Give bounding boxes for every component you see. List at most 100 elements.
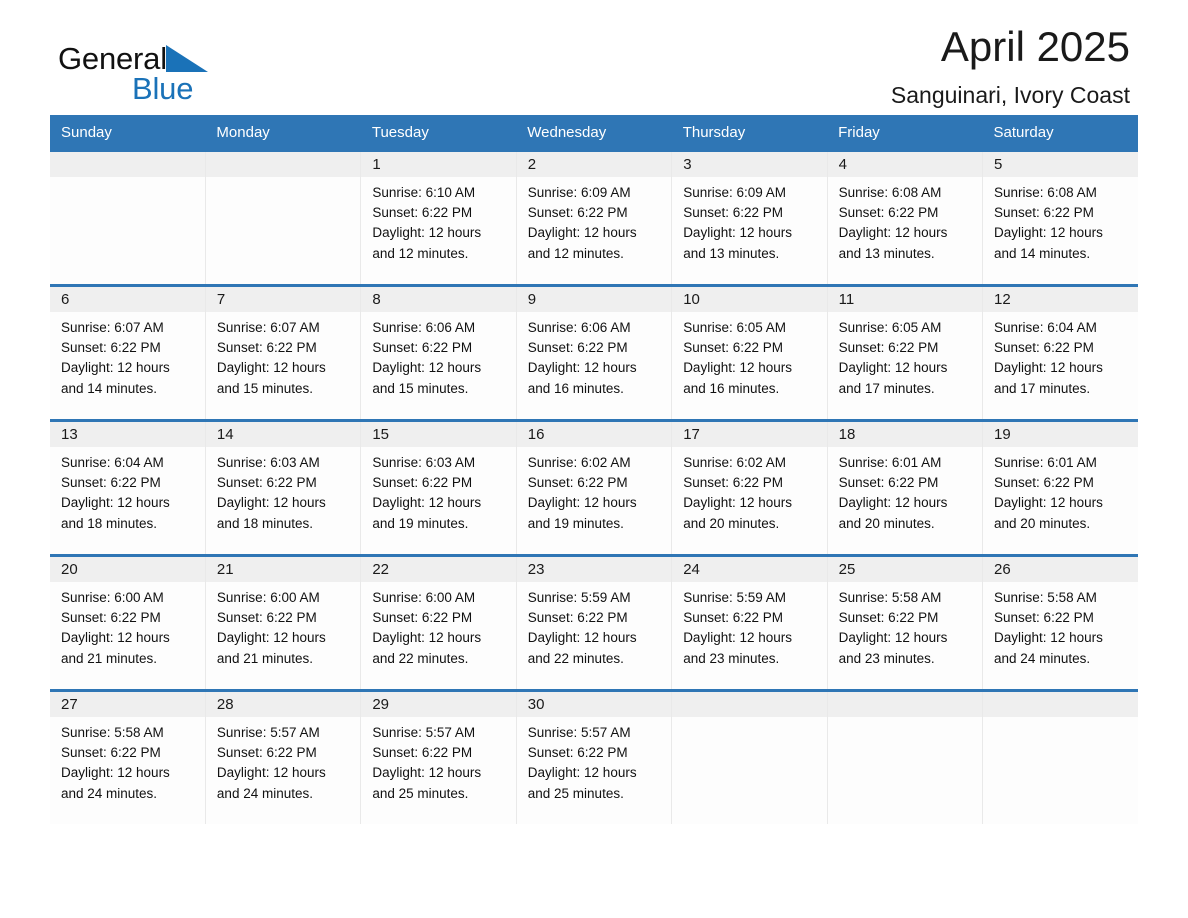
calendar-day-cell[interactable]: 24 Sunrise: 5:59 AM Sunset: 6:22 PM Dayligh…	[671, 554, 828, 691]
day-number-strip: 29	[361, 692, 516, 717]
daylight-text-line2: and 24 minutes.	[61, 785, 158, 801]
calendar-day-cell[interactable]: 6 Sunrise: 6:07 AM Sunset: 6:22 PM Daylight…	[50, 284, 206, 421]
day-details: Sunrise: 6:02 AM Sunset: 6:22 PM Daylight:…	[672, 447, 826, 534]
calendar-day-cell[interactable]: 11 Sunrise: 6:05 AM Sunset: 6:22 PM Dayligh…	[827, 284, 984, 421]
day-number-strip: 15	[361, 422, 516, 447]
calendar-day-cell[interactable]: 10 Sunrise: 6:05 AM Sunset: 6:22 PM Dayligh…	[671, 284, 828, 421]
day-number-strip: 24	[672, 557, 827, 582]
day-number: 13	[61, 426, 78, 443]
day-cell-inner: 2 Sunrise: 6:09 AM Sunset: 6:22 PM Daylight…	[516, 152, 672, 284]
daylight-text-line1: Daylight: 12 hours	[527, 765, 637, 781]
calendar-day-cell[interactable]: 14 Sunrise: 6:03 AM Sunset: 6:22 PM Dayligh…	[205, 419, 362, 556]
day-details	[828, 717, 982, 723]
calendar-day-cell[interactable]: 15 Sunrise: 6:03 AM Sunset: 6:22 PM Dayligh…	[360, 419, 517, 556]
calendar-day-cell[interactable]: 30 Sunrise: 5:57 AM Sunset: 6:22 PM Dayligh…	[516, 689, 673, 824]
calendar-empty-cell	[827, 689, 984, 824]
day-number: 21	[216, 561, 234, 578]
daylight-text-line2: and 22 minutes.	[372, 650, 469, 666]
day-details: Sunrise: 6:09 AM Sunset: 6:22 PM Daylight:…	[517, 177, 671, 264]
calendar-day-cell[interactable]: 2 Sunrise: 6:09 AM Sunset: 6:22 PM Daylight…	[516, 149, 673, 286]
daylight-text-line2: and 19 minutes.	[372, 515, 469, 531]
daylight-text-line2: and 23 minutes.	[683, 650, 780, 666]
sunset-text: Sunset: 6:22 PM	[527, 745, 628, 761]
day-number-strip: 18	[827, 422, 983, 447]
daylight-text-line1: Daylight: 12 hours	[994, 630, 1103, 646]
day-number-strip: 17	[672, 422, 827, 447]
daylight-text-line2: and 16 minutes.	[527, 380, 624, 396]
sunset-text: Sunset: 6:22 PM	[994, 475, 1094, 491]
day-number-strip: 11	[827, 287, 983, 312]
weekday-header-saturday: Saturday	[982, 115, 1138, 151]
day-cell-inner: 18 Sunrise: 6:01 AM Sunset: 6:22 PM Dayligh…	[827, 422, 983, 554]
daylight-text-line2: and 23 minutes.	[838, 650, 935, 666]
calendar-day-cell[interactable]: 12 Sunrise: 6:04 AM Sunset: 6:22 PM Dayligh…	[982, 284, 1138, 421]
calendar-day-cell[interactable]: 13 Sunrise: 6:04 AM Sunset: 6:22 PM Dayligh…	[50, 419, 206, 556]
day-number-strip: 10	[672, 287, 827, 312]
calendar-day-cell[interactable]: 17 Sunrise: 6:02 AM Sunset: 6:22 PM Dayligh…	[671, 419, 828, 556]
sunrise-text: Sunrise: 6:06 AM	[372, 320, 476, 335]
calendar-day-cell[interactable]: 9 Sunrise: 6:06 AM Sunset: 6:22 PM Daylight…	[516, 284, 673, 421]
day-details: Sunrise: 6:03 AM Sunset: 6:22 PM Daylight:…	[206, 447, 360, 534]
calendar-day-cell[interactable]: 4 Sunrise: 6:08 AM Sunset: 6:22 PM Daylight…	[827, 149, 984, 286]
calendar-empty-cell	[205, 149, 362, 286]
calendar-day-cell[interactable]: 16 Sunrise: 6:02 AM Sunset: 6:22 PM Dayligh…	[516, 419, 673, 556]
calendar-week-row: 6 Sunrise: 6:07 AM Sunset: 6:22 PM Daylight…	[50, 284, 1138, 421]
day-number-strip: 25	[827, 557, 983, 582]
calendar-day-cell[interactable]: 19 Sunrise: 6:01 AM Sunset: 6:22 PM Dayligh…	[982, 419, 1138, 556]
day-number-strip: 7	[205, 287, 361, 312]
day-details: Sunrise: 6:00 AM Sunset: 6:22 PM Daylight:…	[50, 582, 205, 669]
calendar-day-cell[interactable]: 7 Sunrise: 6:07 AM Sunset: 6:22 PM Daylight…	[205, 284, 362, 421]
calendar-day-cell[interactable]: 5 Sunrise: 6:08 AM Sunset: 6:22 PM Daylight…	[982, 149, 1138, 286]
day-number: 3	[683, 156, 692, 173]
day-details	[50, 177, 205, 183]
calendar-day-cell[interactable]: 22 Sunrise: 6:00 AM Sunset: 6:22 PM Dayligh…	[360, 554, 517, 691]
sunrise-text: Sunrise: 6:03 AM	[372, 455, 476, 470]
calendar-day-cell[interactable]: 18 Sunrise: 6:01 AM Sunset: 6:22 PM Dayligh…	[827, 419, 984, 556]
sunset-text: Sunset: 6:22 PM	[527, 610, 628, 626]
calendar-day-cell[interactable]: 8 Sunrise: 6:06 AM Sunset: 6:22 PM Daylight…	[360, 284, 517, 421]
daylight-text-line1: Daylight: 12 hours	[527, 225, 637, 241]
calendar-day-cell[interactable]: 21 Sunrise: 6:00 AM Sunset: 6:22 PM Dayligh…	[205, 554, 362, 691]
day-number-strip: 3	[672, 152, 827, 177]
day-details	[206, 177, 360, 183]
calendar-empty-cell	[982, 689, 1138, 824]
day-cell-inner	[827, 692, 983, 824]
daylight-text-line1: Daylight: 12 hours	[216, 360, 326, 376]
sunrise-text: Sunrise: 6:05 AM	[683, 320, 786, 335]
weekday-header-wednesday: Wednesday	[516, 115, 672, 151]
calendar-day-cell[interactable]: 25 Sunrise: 5:58 AM Sunset: 6:22 PM Dayligh…	[827, 554, 984, 691]
sunrise-text: Sunrise: 6:02 AM	[527, 455, 631, 470]
daylight-text-line1: Daylight: 12 hours	[372, 360, 482, 376]
daylight-text-line1: Daylight: 12 hours	[61, 495, 170, 511]
calendar-day-cell[interactable]: 23 Sunrise: 5:59 AM Sunset: 6:22 PM Dayligh…	[516, 554, 673, 691]
day-number: 2	[527, 156, 537, 173]
weekday-header-tuesday: Tuesday	[360, 115, 517, 151]
calendar-day-cell[interactable]: 1 Sunrise: 6:10 AM Sunset: 6:22 PM Daylight…	[360, 149, 517, 286]
day-cell-inner: 19 Sunrise: 6:01 AM Sunset: 6:22 PM Dayligh…	[983, 422, 1138, 554]
daylight-text-line2: and 12 minutes.	[372, 245, 469, 261]
day-number: 12	[994, 291, 1011, 308]
sunrise-text: Sunrise: 5:57 AM	[372, 725, 476, 740]
day-details: Sunrise: 6:04 AM Sunset: 6:22 PM Daylight:…	[983, 312, 1138, 399]
day-number: 18	[838, 426, 856, 443]
calendar-day-cell[interactable]: 3 Sunrise: 6:09 AM Sunset: 6:22 PM Daylight…	[671, 149, 828, 286]
day-number-strip: 21	[205, 557, 361, 582]
brand-logo[interactable]: General Blue	[58, 42, 258, 112]
daylight-text-line1: Daylight: 12 hours	[61, 765, 170, 781]
calendar-day-cell[interactable]: 28 Sunrise: 5:57 AM Sunset: 6:22 PM Dayligh…	[205, 689, 362, 824]
day-number-strip: 13	[50, 422, 205, 447]
daylight-text-line1: Daylight: 12 hours	[683, 630, 792, 646]
day-cell-inner	[672, 692, 827, 824]
day-cell-inner: 28 Sunrise: 5:57 AM Sunset: 6:22 PM Dayligh…	[205, 692, 361, 824]
daylight-text-line2: and 24 minutes.	[216, 785, 313, 801]
calendar-day-cell[interactable]: 20 Sunrise: 6:00 AM Sunset: 6:22 PM Dayligh…	[50, 554, 206, 691]
calendar-day-cell[interactable]: 27 Sunrise: 5:58 AM Sunset: 6:22 PM Dayligh…	[50, 689, 206, 824]
calendar-day-cell[interactable]: 29 Sunrise: 5:57 AM Sunset: 6:22 PM Dayligh…	[360, 689, 517, 824]
daylight-text-line1: Daylight: 12 hours	[527, 360, 637, 376]
day-number-strip: 19	[983, 422, 1138, 447]
day-number: 14	[216, 426, 234, 443]
day-number: 7	[216, 291, 226, 308]
daylight-text-line1: Daylight: 12 hours	[683, 360, 792, 376]
daylight-text-line1: Daylight: 12 hours	[372, 495, 482, 511]
calendar-day-cell[interactable]: 26 Sunrise: 5:58 AM Sunset: 6:22 PM Dayligh…	[982, 554, 1138, 691]
